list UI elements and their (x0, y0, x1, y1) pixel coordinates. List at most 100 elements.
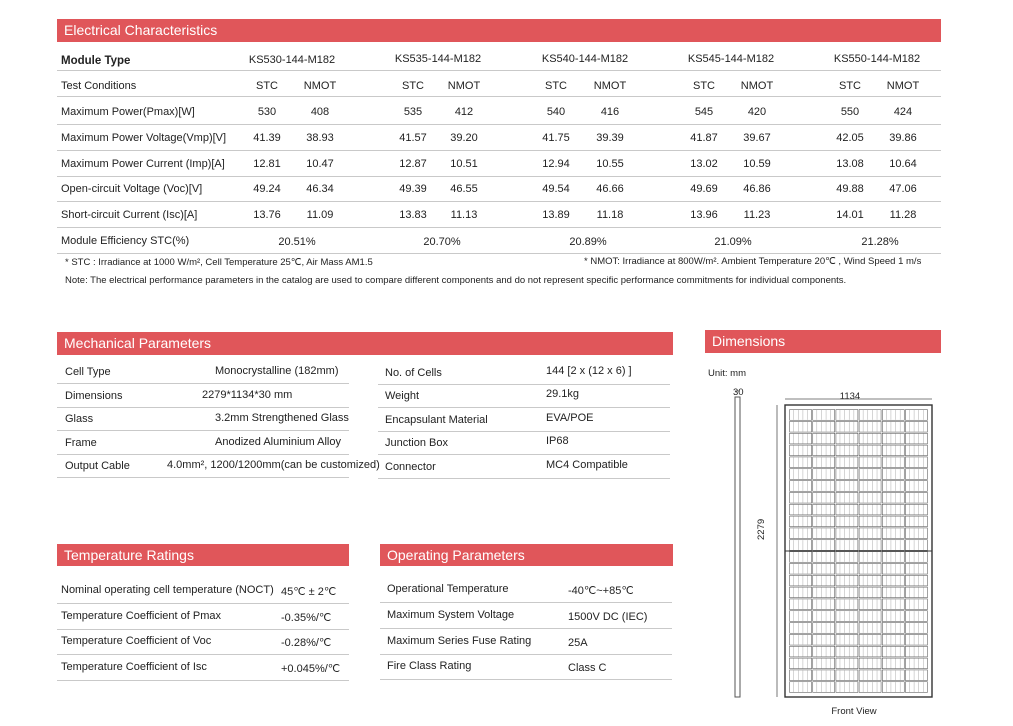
spec-value: 420 (747, 106, 767, 118)
solar-cell (858, 610, 882, 622)
divider (380, 679, 672, 680)
solar-cell (835, 551, 859, 563)
solar-cell (812, 515, 835, 527)
spec-value: 13.96 (690, 209, 718, 221)
solar-cell (882, 492, 905, 504)
efficiency-label: Module Efficiency STC(%) (61, 235, 190, 247)
solar-cell (858, 504, 882, 516)
mech-label: Output Cable (65, 460, 130, 472)
spec-label: Open-circuit Voltage (Voc)[V] (61, 183, 203, 195)
solar-cell (905, 468, 928, 480)
solar-cell (858, 480, 882, 492)
mech-value: 4.0mm², 1200/1200mm(can be customized) (167, 459, 380, 471)
solar-cell (789, 504, 812, 516)
divider (378, 431, 670, 432)
solar-cell (858, 575, 882, 587)
solar-cell (882, 646, 905, 658)
solar-cell (835, 610, 859, 622)
solar-cell (812, 610, 835, 622)
solar-cell (905, 551, 928, 563)
solar-cell (835, 492, 859, 504)
solar-cell (835, 646, 859, 658)
temp-value: -0.35%/℃ (281, 612, 332, 624)
temp-label: Temperature Coefficient of Isc (61, 661, 207, 673)
divider (380, 602, 672, 603)
solar-cell (905, 421, 928, 433)
spec-value: 41.39 (253, 132, 281, 144)
solar-cell (789, 551, 812, 563)
unit-label: Unit: mm (708, 368, 746, 379)
solar-cell (882, 575, 905, 587)
solar-cell (789, 586, 812, 598)
solar-cell (882, 681, 905, 693)
solar-cell (835, 527, 859, 539)
model-name: KS540-144-M182 (541, 53, 629, 65)
spec-value: 412 (454, 106, 474, 118)
solar-cell (812, 598, 835, 610)
model-name: KS530-144-M182 (248, 54, 336, 66)
module-side-profile (734, 396, 741, 698)
solar-cell (905, 575, 928, 587)
efficiency-value: 20.89% (569, 236, 607, 248)
op-label: Maximum Series Fuse Rating (387, 635, 532, 647)
solar-cell (858, 433, 882, 445)
spec-value: 416 (600, 106, 620, 118)
mech-value: MC4 Compatible (546, 459, 628, 471)
solar-cell (905, 657, 928, 669)
module-type-label: Module Type (61, 55, 131, 67)
spec-label: Short-circuit Current (Isc)[A] (61, 209, 198, 221)
solar-cell (789, 409, 812, 421)
solar-cell (789, 681, 812, 693)
divider (57, 176, 941, 177)
spec-value: 535 (403, 106, 423, 118)
divider (380, 628, 672, 629)
spec-value: 10.51 (450, 158, 478, 170)
spec-value: 46.34 (306, 183, 334, 195)
solar-cell (905, 586, 928, 598)
solar-cell (905, 444, 928, 456)
divider (380, 654, 672, 655)
test-conditions-label: Test Conditions (61, 80, 137, 92)
spec-value: 41.75 (542, 132, 570, 144)
mech-label: No. of Cells (385, 367, 442, 379)
spec-value: 47.06 (889, 183, 917, 195)
divider (57, 407, 349, 408)
solar-cell (789, 421, 812, 433)
solar-cell (789, 634, 812, 646)
divider (378, 478, 670, 479)
solar-cell (789, 646, 812, 658)
spec-value: 13.76 (253, 209, 281, 221)
nmot-label: NMOT (886, 80, 920, 92)
solar-cell (835, 456, 859, 468)
op-label: Fire Class Rating (387, 660, 472, 672)
divider (57, 253, 941, 254)
solar-cell (789, 598, 812, 610)
op-label: Maximum System Voltage (387, 609, 515, 621)
divider (57, 96, 941, 97)
solar-cell (789, 468, 812, 480)
module-front-view-drawing (734, 390, 933, 698)
divider (57, 603, 349, 604)
spec-value: 49.24 (253, 183, 281, 195)
op-value: 1500V DC (IEC) (568, 611, 648, 623)
nmot-label: NMOT (593, 80, 627, 92)
solar-cell (905, 634, 928, 646)
spec-value: 13.02 (690, 158, 718, 170)
solar-cell (882, 622, 905, 634)
solar-cell (882, 657, 905, 669)
spec-value: 10.55 (596, 158, 624, 170)
spec-value: 14.01 (836, 209, 864, 221)
solar-cell (905, 622, 928, 634)
solar-cell (789, 456, 812, 468)
divider (57, 227, 941, 228)
solar-cell (835, 681, 859, 693)
solar-cell (858, 563, 882, 575)
solar-cell (882, 409, 905, 421)
operating-header: Operating Parameters (380, 544, 673, 566)
model-name: KS550-144-M182 (833, 53, 921, 65)
solar-cell (882, 504, 905, 516)
solar-cell (835, 409, 859, 421)
solar-cell (812, 586, 835, 598)
solar-cell (905, 480, 928, 492)
solar-cell (812, 468, 835, 480)
